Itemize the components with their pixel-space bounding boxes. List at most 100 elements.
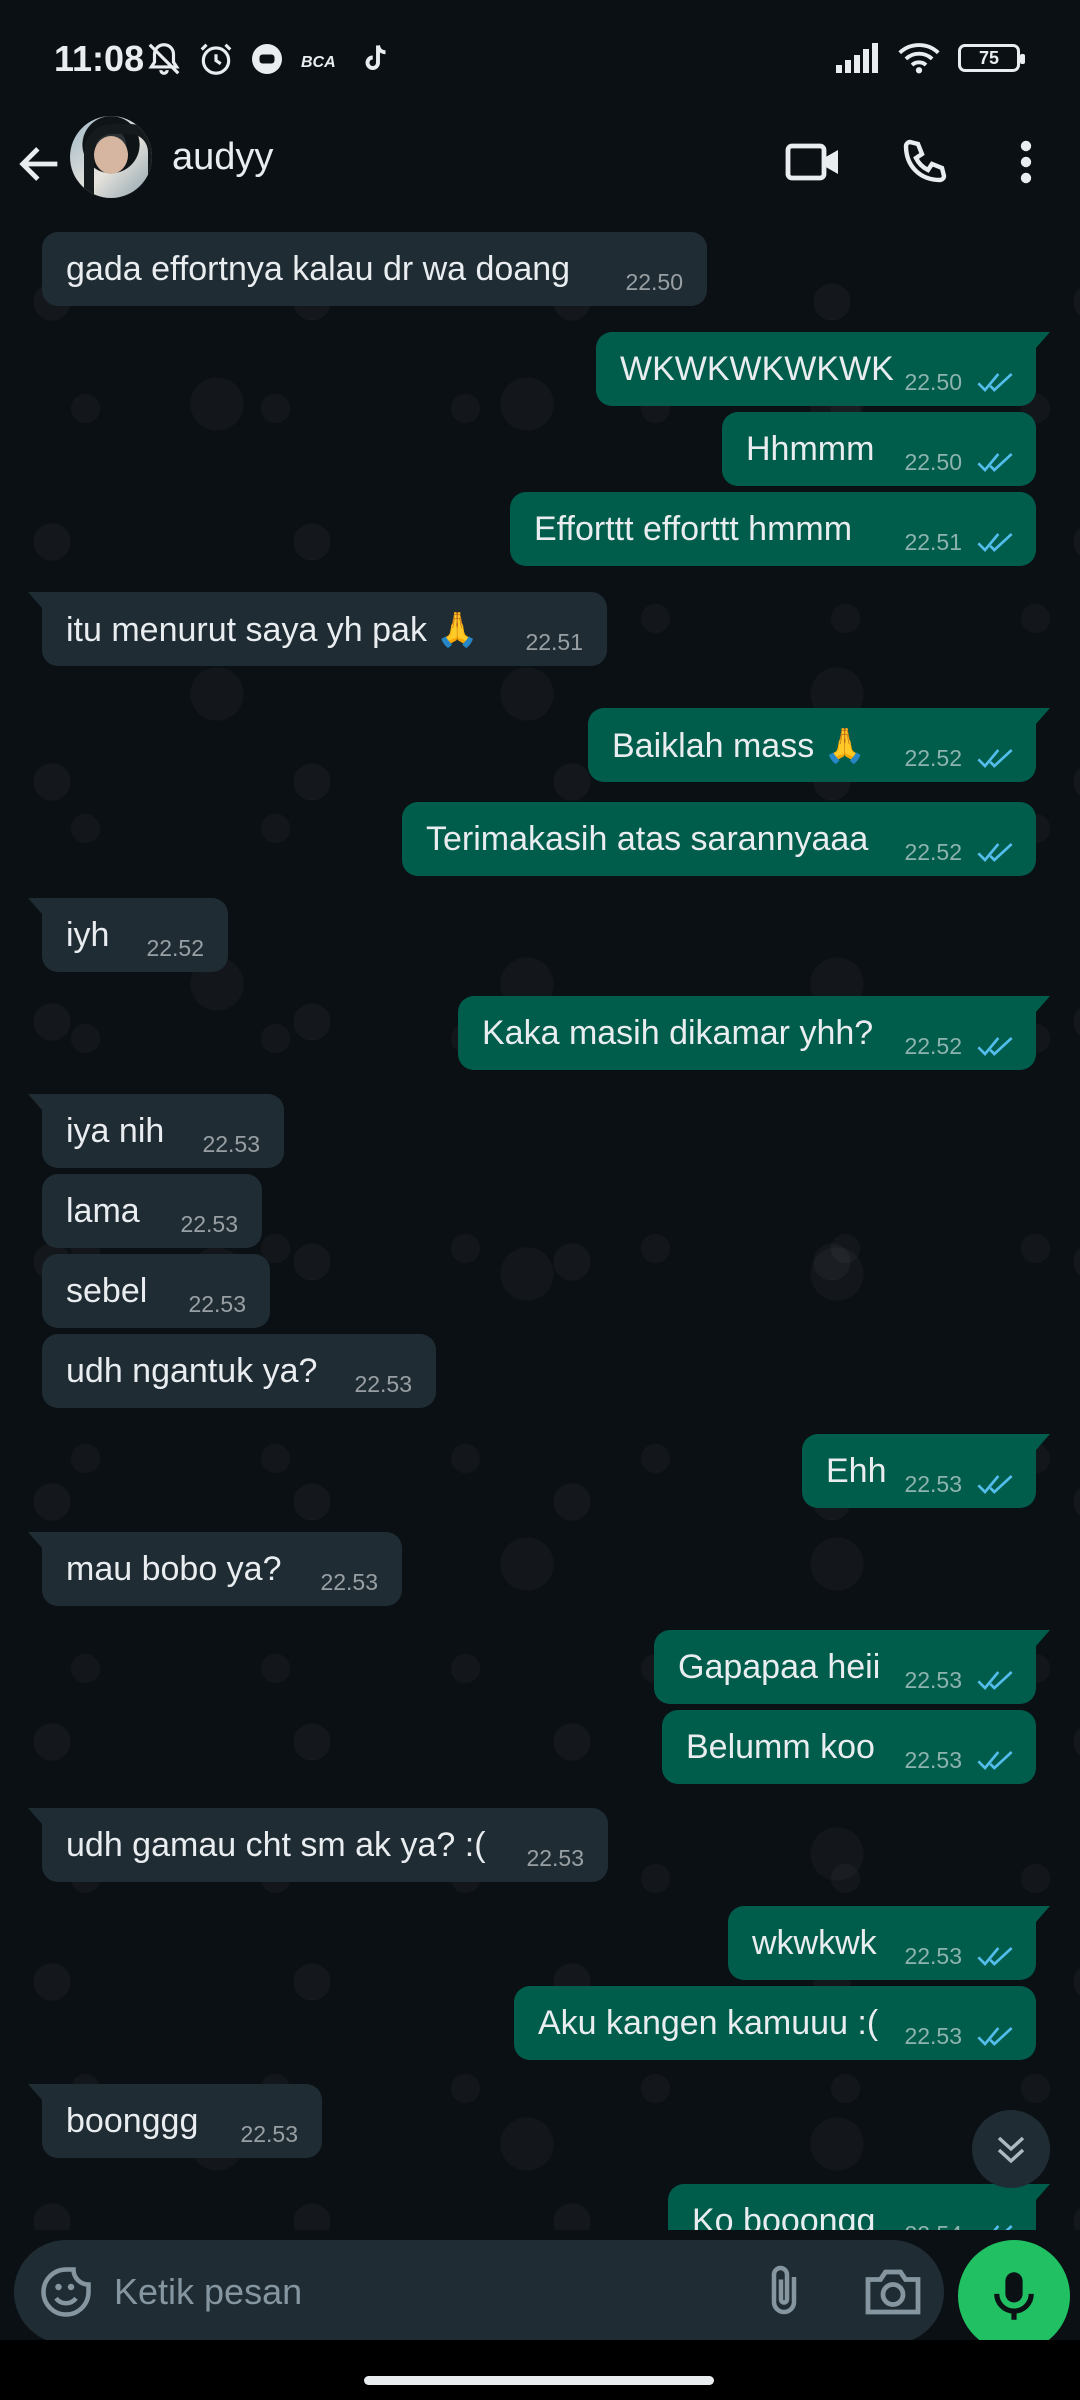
signal-icon — [836, 43, 878, 73]
message-outgoing[interactable]: wkwkwk 22.53 — [728, 1906, 1050, 1980]
message-text: itu menurut saya yh pak 🙏 — [66, 611, 479, 649]
message-time: 22.53 — [904, 1667, 962, 1693]
message-text: Aku kangen kamuuu :( — [538, 2004, 879, 2042]
message-text: Gapapaa heii — [678, 1648, 881, 1686]
message-time: 22.52 — [904, 1033, 962, 1059]
message-time: 22.52 — [146, 935, 204, 961]
message-outgoing[interactable]: Terimakasih atas sarannyaaa 22.52 — [402, 802, 1036, 876]
message-text: Hhmmm — [746, 430, 875, 468]
status-bar: 11:08 BCA 75 — [0, 0, 1080, 120]
message-text: wkwkwk — [752, 1924, 877, 1962]
message-outgoing[interactable]: Aku kangen kamuuu :( 22.53 — [514, 1986, 1036, 2060]
message-outgoing[interactable]: WKWKWKWKWK 22.50 — [596, 332, 1050, 406]
read-receipt-icon — [977, 1751, 1013, 1770]
message-input[interactable] — [114, 2266, 714, 2318]
battery-icon: 75 — [958, 44, 1025, 72]
message-text: Baiklah mass 🙏 — [612, 727, 866, 765]
camera-icon[interactable] — [860, 2262, 926, 2322]
scroll-to-bottom-button[interactable] — [972, 2110, 1050, 2188]
video-call-icon[interactable] — [784, 136, 844, 188]
message-time: 22.53 — [904, 1747, 962, 1773]
message-text: udh ngantuk ya? — [66, 1352, 318, 1390]
message-time: 22.53 — [526, 1845, 584, 1871]
message-time: 22.50 — [904, 449, 962, 475]
message-outgoing[interactable]: Ko booongg 22.54 — [668, 2184, 1050, 2230]
message-composer — [14, 2240, 944, 2344]
message-text: Ko booongg — [692, 2202, 876, 2230]
battery-level: 75 — [978, 47, 1000, 68]
voice-call-icon[interactable] — [894, 136, 954, 188]
read-receipt-icon — [977, 2027, 1013, 2046]
back-arrow-icon[interactable] — [14, 138, 66, 190]
contact-avatar[interactable] — [70, 116, 152, 198]
message-text: WKWKWKWKWK — [620, 350, 894, 388]
message-text: Belumm koo — [686, 1728, 875, 1766]
message-time: 22.52 — [904, 745, 962, 771]
message-time: 22.51 — [904, 529, 962, 555]
system-icons: 75 — [836, 42, 1025, 74]
message-incoming[interactable]: sebel 22.53 — [42, 1254, 270, 1328]
message-time: 22.50 — [904, 369, 962, 395]
message-outgoing[interactable]: Ehh 22.53 — [802, 1434, 1050, 1508]
message-outgoing[interactable]: Efforttt efforttt hmmm 22.51 — [510, 492, 1036, 566]
message-text: gada effortnya kalau dr wa doang — [66, 250, 571, 288]
message-text: iya nih — [66, 1112, 165, 1150]
status-time: 11:08 — [54, 38, 145, 79]
chat-header: audyy — [0, 112, 1080, 230]
read-receipt-icon — [993, 2225, 1013, 2230]
composer-bar — [0, 2230, 1080, 2344]
message-incoming[interactable]: iyh 22.52 — [28, 898, 228, 972]
whatsapp-chat-screen: 11:08 BCA 75 audyy gada effortnya kalau … — [0, 0, 1080, 2400]
wifi-icon — [898, 43, 940, 74]
voice-message-button[interactable] — [958, 2240, 1070, 2352]
more-options-icon[interactable] — [1000, 136, 1052, 188]
message-text: mau bobo ya? — [66, 1550, 282, 1588]
message-outgoing[interactable]: Hhmmm 22.50 — [722, 412, 1036, 486]
message-incoming[interactable]: boonggg 22.53 — [28, 2084, 322, 2158]
message-time: 22.53 — [202, 1131, 260, 1157]
double-chevron-down-icon — [997, 2136, 1025, 2164]
message-text: sebel — [66, 1272, 148, 1310]
message-incoming[interactable]: mau bobo ya? 22.53 — [28, 1532, 402, 1606]
message-text: Kaka masih dikamar yhh? — [482, 1014, 874, 1052]
home-indicator[interactable] — [364, 2376, 714, 2385]
contact-name[interactable]: audyy — [172, 136, 273, 179]
message-time: 22.53 — [180, 1211, 238, 1237]
message-outgoing[interactable]: Belumm koo 22.53 — [662, 1710, 1036, 1784]
message-time: 22.54 — [904, 2221, 962, 2230]
alarm-icon — [200, 43, 232, 75]
notification-icons: BCA — [145, 40, 393, 78]
read-receipt-icon — [977, 843, 1013, 862]
message-incoming[interactable]: iya nih 22.53 — [28, 1094, 284, 1168]
read-receipt-icon — [977, 533, 1013, 552]
read-receipt-icon — [977, 1947, 1013, 1966]
message-text: Efforttt efforttt hmmm — [534, 510, 853, 548]
message-list[interactable]: gada effortnya kalau dr wa doang 22.50 W… — [0, 230, 1080, 2230]
paperclip-icon[interactable] — [754, 2262, 814, 2322]
message-text: lama — [66, 1192, 140, 1230]
message-outgoing[interactable]: Gapapaa heii 22.53 — [654, 1630, 1050, 1704]
message-incoming[interactable]: udh gamau cht sm ak ya? :( 22.53 — [28, 1808, 608, 1882]
svg-text:BCA: BCA — [301, 54, 336, 71]
message-outgoing[interactable]: Baiklah mass 🙏 22.52 — [588, 708, 1050, 782]
emoji-sticker-icon[interactable] — [36, 2262, 96, 2322]
mute-icon — [148, 43, 180, 75]
message-text: iyh — [66, 916, 110, 954]
read-receipt-icon — [977, 373, 1013, 392]
tiktok-icon — [365, 45, 386, 70]
read-receipt-icon — [977, 1037, 1013, 1056]
message-incoming[interactable]: udh ngantuk ya? 22.53 — [42, 1334, 436, 1408]
message-text: boonggg — [66, 2102, 199, 2140]
microphone-icon — [994, 2272, 1034, 2320]
message-time: 22.53 — [188, 1291, 246, 1317]
message-time: 22.53 — [904, 1471, 962, 1497]
system-nav-bar — [0, 2340, 1080, 2400]
read-receipt-icon — [977, 1671, 1013, 1690]
message-incoming[interactable]: gada effortnya kalau dr wa doang 22.50 — [42, 232, 707, 306]
message-outgoing[interactable]: Kaka masih dikamar yhh? 22.52 — [458, 996, 1050, 1070]
message-incoming[interactable]: lama 22.53 — [42, 1174, 262, 1248]
chat-app-icon — [252, 44, 282, 74]
message-time: 22.53 — [354, 1371, 412, 1397]
message-incoming[interactable]: itu menurut saya yh pak 🙏 22.51 — [28, 592, 607, 666]
read-receipt-icon — [977, 1475, 1013, 1494]
